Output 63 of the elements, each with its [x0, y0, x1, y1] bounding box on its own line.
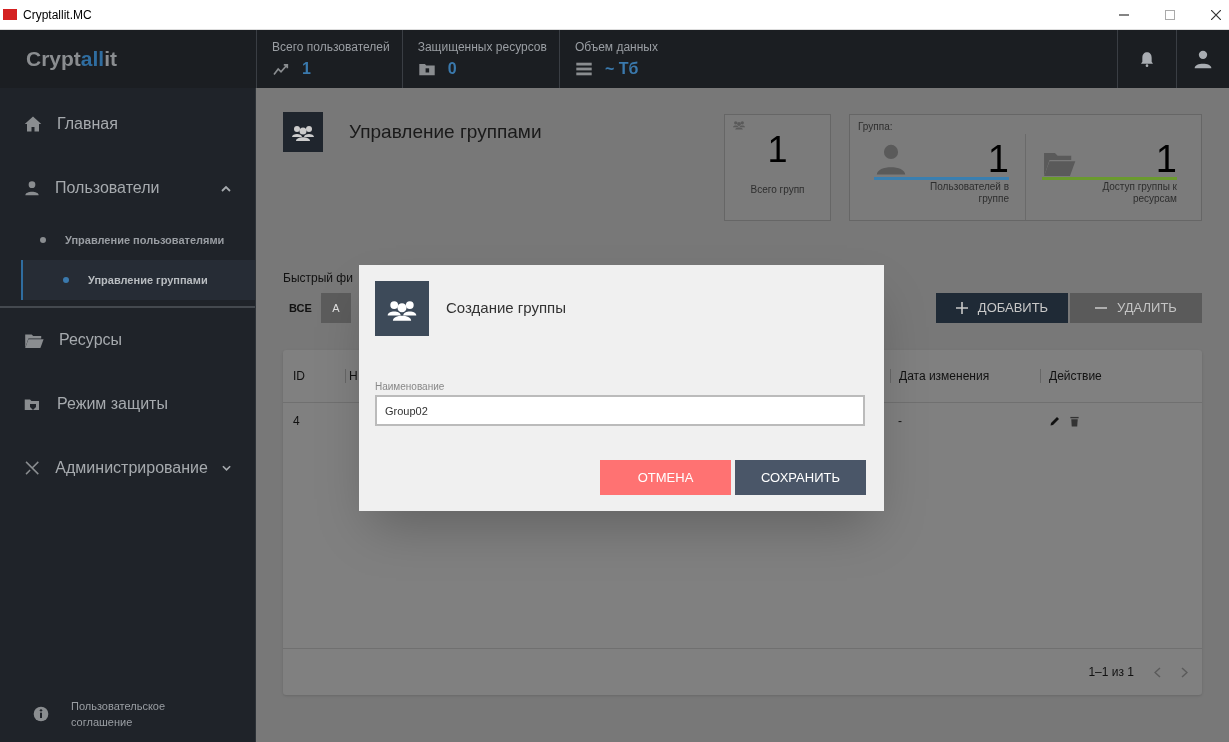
table-cell-text: 4	[293, 413, 300, 430]
info-icon	[33, 706, 49, 722]
sidebar-item[interactable]: Главная	[0, 92, 255, 156]
stat-label: Всего пользователей	[272, 39, 390, 56]
app-icon	[3, 9, 17, 20]
stat-label: Объем данных	[574, 39, 658, 56]
trend-icon	[272, 62, 290, 76]
folder-icon	[417, 62, 436, 76]
stat-label: Всего групп	[750, 183, 805, 197]
field-label: Наименование	[375, 380, 446, 394]
person-icon	[1193, 49, 1213, 69]
house-icon	[24, 115, 42, 133]
name-field[interactable]: Group02	[375, 395, 865, 426]
group-icon	[731, 119, 747, 130]
chevron-right-icon	[1181, 666, 1188, 678]
bullet-icon	[40, 237, 46, 243]
stat-value: 1	[767, 132, 788, 168]
user-agreement-link[interactable]: Пользовательское соглашение	[71, 698, 181, 730]
sidebar-item[interactable]: Пользователи	[0, 156, 255, 220]
page-title: Управление группами	[349, 120, 542, 144]
table-cell-text: -	[898, 413, 902, 430]
window-title: Cryptallit.MC	[23, 6, 92, 24]
plus-icon	[955, 302, 968, 314]
save-button[interactable]: СОХРАНИТЬ	[735, 460, 866, 495]
chevron-left-icon	[1154, 666, 1161, 678]
column-header: Дата изменения	[899, 368, 990, 385]
card-title: Группа:	[858, 120, 894, 134]
metric-label: Доступ группы к ресурсам	[1101, 181, 1177, 205]
column-header: Действие	[1049, 368, 1102, 385]
trash-icon	[1069, 414, 1080, 428]
filter-button[interactable]: А	[320, 293, 351, 323]
sidebar-subitem[interactable]: Управление группами	[21, 260, 255, 300]
dialog-title: Создание группы	[446, 298, 566, 319]
filter-button[interactable]: ВСЕ	[283, 293, 318, 323]
bullet-icon	[63, 277, 69, 283]
metric-label: Пользователей в группе	[929, 181, 1009, 205]
delete-row-button[interactable]	[1069, 414, 1080, 428]
pagination-label: 1–1 из 1	[1088, 664, 1134, 681]
person-icon	[24, 180, 40, 196]
stat-value: ~ Тб	[604, 59, 639, 79]
add-button[interactable]: ДОБАВИТЬ	[936, 293, 1068, 323]
person-icon	[874, 142, 908, 176]
maximize-icon	[1165, 9, 1175, 20]
edit-button[interactable]	[1049, 415, 1061, 427]
close-icon	[1211, 9, 1221, 20]
column-header: ID	[293, 368, 305, 385]
column-header: Н	[349, 368, 358, 385]
filter-label: Быстрый фи	[283, 270, 353, 287]
sidebar-item[interactable]: Администрирование	[0, 436, 255, 500]
tools-icon	[24, 459, 41, 477]
sidebar-item[interactable]: Ресурсы	[0, 308, 255, 372]
stat-value: 0	[447, 59, 457, 79]
folder-icon	[24, 332, 44, 348]
list-icon	[574, 62, 593, 76]
stat-value: 1	[302, 59, 311, 79]
stat-label: Защищенных ресурсов	[417, 39, 547, 56]
metric-value: 1	[1155, 142, 1177, 176]
pencil-icon	[1049, 415, 1061, 427]
metric-value: 1	[987, 142, 1009, 176]
sidebar-item[interactable]: Режим защиты	[0, 372, 255, 436]
app-logo: Cryptallit	[25, 46, 119, 73]
bell-icon	[1139, 50, 1155, 68]
sidebar-subitem[interactable]: Управление пользователями	[0, 220, 255, 260]
